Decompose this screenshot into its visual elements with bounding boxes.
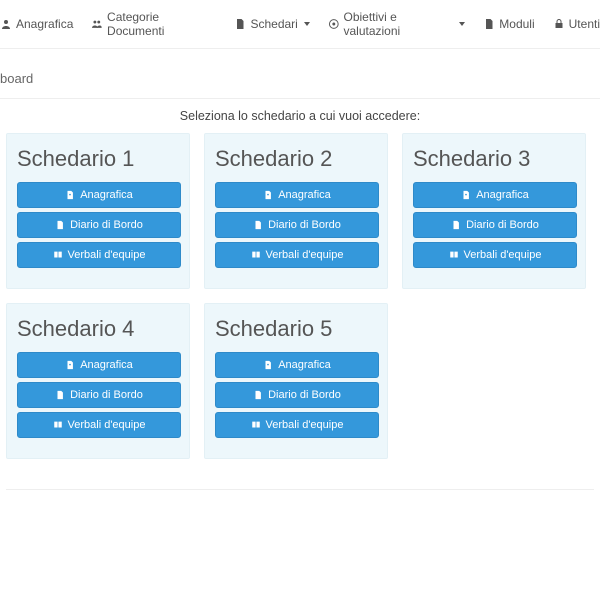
file-icon xyxy=(234,18,246,30)
chevron-down-icon xyxy=(304,22,310,26)
breadcrumb-text: board xyxy=(0,71,33,86)
nav-moduli[interactable]: Moduli xyxy=(483,17,534,31)
schedario-card: Schedario 1 Anagrafica Diario di Bordo V… xyxy=(6,133,190,289)
nav-label: Categorie Documenti xyxy=(107,10,216,38)
schedario-card: Schedario 3 Anagrafica Diario di Bordo V… xyxy=(402,133,586,289)
btn-label: Verbali d'equipe xyxy=(464,249,542,261)
user-file-icon xyxy=(65,360,75,370)
btn-label: Diario di Bordo xyxy=(466,219,539,231)
file-icon xyxy=(451,220,461,230)
lock-icon xyxy=(553,18,565,30)
btn-label: Verbali d'equipe xyxy=(68,249,146,261)
book-icon xyxy=(53,250,63,260)
nav-obiettivi[interactable]: Obiettivi e valutazioni xyxy=(328,10,465,38)
anagrafica-button[interactable]: Anagrafica xyxy=(17,182,181,208)
file-icon xyxy=(55,220,65,230)
book-icon xyxy=(53,420,63,430)
card-title: Schedario 2 xyxy=(215,146,377,172)
user-file-icon xyxy=(461,190,471,200)
btn-label: Diario di Bordo xyxy=(70,389,143,401)
btn-label: Verbali d'equipe xyxy=(266,419,344,431)
schedario-card: Schedario 4 Anagrafica Diario di Bordo V… xyxy=(6,303,190,459)
anagrafica-button[interactable]: Anagrafica xyxy=(215,352,379,378)
card-title: Schedario 4 xyxy=(17,316,179,342)
btn-label: Anagrafica xyxy=(80,189,133,201)
book-icon xyxy=(251,420,261,430)
card-grid: Schedario 1 Anagrafica Diario di Bordo V… xyxy=(0,129,600,479)
file-icon xyxy=(253,390,263,400)
anagrafica-button[interactable]: Anagrafica xyxy=(17,352,181,378)
card-title: Schedario 1 xyxy=(17,146,179,172)
btn-label: Anagrafica xyxy=(80,359,133,371)
verbali-button[interactable]: Verbali d'equipe xyxy=(413,242,577,268)
users-icon xyxy=(91,18,103,30)
book-icon xyxy=(449,250,459,260)
diario-button[interactable]: Diario di Bordo xyxy=(413,212,577,238)
breadcrumb: board xyxy=(0,49,600,99)
nav-label: Obiettivi e valutazioni xyxy=(343,10,453,38)
nav-label: Moduli xyxy=(499,17,534,31)
anagrafica-button[interactable]: Anagrafica xyxy=(413,182,577,208)
user-file-icon xyxy=(65,190,75,200)
verbali-button[interactable]: Verbali d'equipe xyxy=(17,242,181,268)
btn-label: Diario di Bordo xyxy=(70,219,143,231)
verbali-button[interactable]: Verbali d'equipe xyxy=(215,242,379,268)
nav-anagrafica[interactable]: Anagrafica xyxy=(0,17,73,31)
btn-label: Diario di Bordo xyxy=(268,219,341,231)
user-icon xyxy=(0,18,12,30)
schedario-card: Schedario 2 Anagrafica Diario di Bordo V… xyxy=(204,133,388,289)
card-title: Schedario 3 xyxy=(413,146,575,172)
file-icon xyxy=(483,18,495,30)
footer-separator xyxy=(6,489,594,490)
file-icon xyxy=(253,220,263,230)
diario-button[interactable]: Diario di Bordo xyxy=(215,382,379,408)
nav-categorie[interactable]: Categorie Documenti xyxy=(91,10,216,38)
btn-label: Anagrafica xyxy=(278,189,331,201)
btn-label: Anagrafica xyxy=(476,189,529,201)
verbali-button[interactable]: Verbali d'equipe xyxy=(215,412,379,438)
user-file-icon xyxy=(263,190,273,200)
target-icon xyxy=(328,18,340,30)
diario-button[interactable]: Diario di Bordo xyxy=(17,212,181,238)
card-title: Schedario 5 xyxy=(215,316,377,342)
btn-label: Verbali d'equipe xyxy=(68,419,146,431)
chevron-down-icon xyxy=(459,22,465,26)
diario-button[interactable]: Diario di Bordo xyxy=(215,212,379,238)
verbali-button[interactable]: Verbali d'equipe xyxy=(17,412,181,438)
anagrafica-button[interactable]: Anagrafica xyxy=(215,182,379,208)
nav-utenti[interactable]: Utenti xyxy=(553,17,600,31)
nav-schedari[interactable]: Schedari xyxy=(234,17,309,31)
diario-button[interactable]: Diario di Bordo xyxy=(17,382,181,408)
user-file-icon xyxy=(263,360,273,370)
btn-label: Verbali d'equipe xyxy=(266,249,344,261)
nav-label: Utenti xyxy=(569,17,600,31)
btn-label: Anagrafica xyxy=(278,359,331,371)
btn-label: Diario di Bordo xyxy=(268,389,341,401)
instruction-text: Seleziona lo schedario a cui vuoi accede… xyxy=(0,99,600,129)
nav-label: Anagrafica xyxy=(16,17,73,31)
schedario-card: Schedario 5 Anagrafica Diario di Bordo V… xyxy=(204,303,388,459)
navbar: Anagrafica Categorie Documenti Schedari … xyxy=(0,0,600,49)
file-icon xyxy=(55,390,65,400)
book-icon xyxy=(251,250,261,260)
nav-label: Schedari xyxy=(250,17,297,31)
